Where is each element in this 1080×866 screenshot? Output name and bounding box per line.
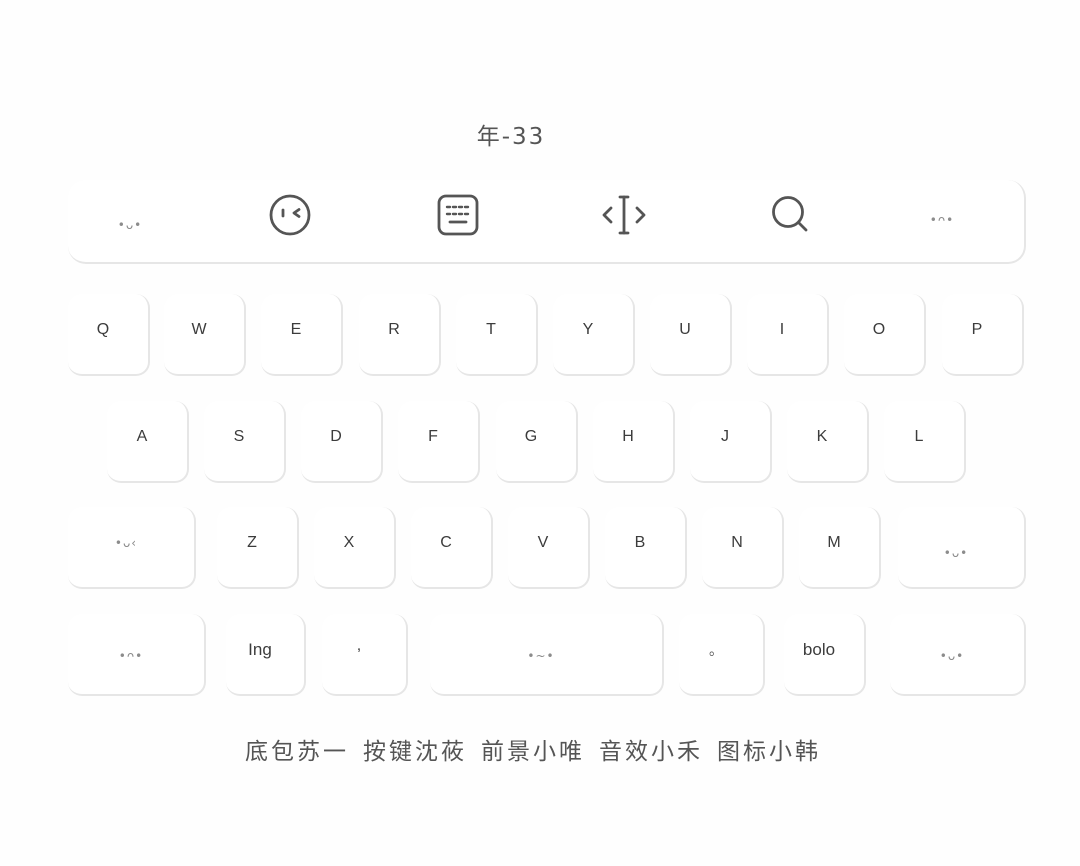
key-n[interactable]: N bbox=[702, 507, 784, 589]
key-l[interactable]: L bbox=[884, 401, 966, 483]
key-t[interactable]: T bbox=[456, 294, 538, 376]
delete-key[interactable]: •ᴗ• bbox=[898, 507, 1026, 589]
key-m[interactable]: M bbox=[799, 507, 881, 589]
key-k[interactable]: K bbox=[787, 401, 869, 483]
period-key[interactable]: 。 bbox=[679, 614, 765, 696]
key-r[interactable]: R bbox=[359, 294, 441, 376]
enter-key[interactable]: •ᴗ• bbox=[890, 614, 1026, 696]
key-y[interactable]: Y bbox=[553, 294, 635, 376]
credit-sound: 音效小禾 bbox=[599, 739, 703, 765]
toolbar-left-face: •ᴗ• bbox=[117, 218, 143, 232]
key-e[interactable]: E bbox=[261, 294, 343, 376]
comma-key-label: , bbox=[356, 637, 362, 654]
key-v[interactable]: V bbox=[508, 507, 590, 589]
symbols-key-face: •ᴖ• bbox=[118, 649, 144, 663]
emoji-button[interactable] bbox=[268, 193, 312, 237]
toolbar-left-face-button[interactable]: •ᴗ• bbox=[108, 208, 152, 242]
emoji-face-icon bbox=[269, 194, 311, 236]
comma-key[interactable]: , bbox=[322, 614, 408, 696]
bolo-key[interactable]: bolo bbox=[784, 614, 866, 696]
key-a[interactable]: A bbox=[107, 401, 189, 483]
key-b[interactable]: B bbox=[605, 507, 687, 589]
key-d[interactable]: D bbox=[301, 401, 383, 483]
credits-line: 底包苏一 按键沈莜 前景小唯 音效小禾 图标小韩 bbox=[245, 737, 845, 767]
keyboard-switch-button[interactable] bbox=[436, 193, 480, 237]
shift-key[interactable]: •ᴗ‹ bbox=[68, 507, 196, 589]
cursor-move-button[interactable] bbox=[598, 193, 650, 237]
toolbar-right-face-button[interactable]: •ᴖ• bbox=[920, 203, 964, 237]
enter-key-face: •ᴗ• bbox=[939, 649, 965, 663]
key-z[interactable]: Z bbox=[217, 507, 299, 589]
key-q[interactable]: Q bbox=[68, 294, 150, 376]
key-u[interactable]: U bbox=[650, 294, 732, 376]
key-j[interactable]: J bbox=[690, 401, 772, 483]
key-h[interactable]: H bbox=[593, 401, 675, 483]
keyboard-toolbar bbox=[68, 180, 1026, 264]
credit-keys: 按键沈莜 bbox=[363, 739, 467, 765]
key-f[interactable]: F bbox=[398, 401, 480, 483]
credit-icons: 图标小韩 bbox=[717, 739, 821, 765]
key-s[interactable]: S bbox=[204, 401, 286, 483]
keyboard-icon bbox=[437, 194, 479, 236]
shift-key-face: •ᴗ‹ bbox=[114, 536, 138, 550]
credit-base: 底包苏一 bbox=[245, 739, 349, 765]
key-g[interactable]: G bbox=[496, 401, 578, 483]
skin-title: 年-33 bbox=[476, 124, 546, 150]
key-w[interactable]: W bbox=[164, 294, 246, 376]
language-key[interactable]: Ing bbox=[226, 614, 306, 696]
credit-foreground: 前景小唯 bbox=[481, 739, 585, 765]
period-key-label: 。 bbox=[709, 643, 723, 659]
toolbar-right-face: •ᴖ• bbox=[929, 213, 955, 227]
space-key-face: •~• bbox=[527, 649, 555, 663]
symbols-key[interactable]: •ᴖ• bbox=[68, 614, 206, 696]
key-p[interactable]: P bbox=[942, 294, 1024, 376]
text-cursor-icon bbox=[602, 195, 646, 235]
key-x[interactable]: X bbox=[314, 507, 396, 589]
key-o[interactable]: O bbox=[844, 294, 926, 376]
key-i[interactable]: I bbox=[747, 294, 829, 376]
search-icon bbox=[772, 196, 808, 232]
delete-key-face: •ᴗ• bbox=[943, 546, 969, 560]
key-c[interactable]: C bbox=[411, 507, 493, 589]
space-key[interactable]: •~• bbox=[430, 614, 664, 696]
search-button[interactable] bbox=[768, 193, 812, 237]
